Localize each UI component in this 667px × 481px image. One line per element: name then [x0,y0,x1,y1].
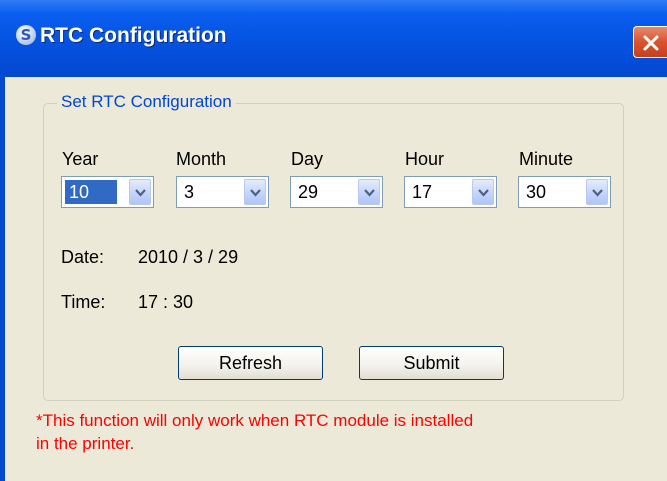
close-icon [643,35,659,51]
minute-select[interactable]: 30 [518,176,611,208]
day-select[interactable]: 29 [290,176,383,208]
day-dropdown-button[interactable] [358,179,380,205]
window-title: RTC Configuration [40,24,227,47]
day-label: Day [291,149,324,169]
month-dropdown-button[interactable] [244,179,266,205]
app-logo-icon: S [16,25,36,45]
note-line-2: in the printer. [36,434,135,453]
minute-label: Minute [519,149,574,169]
note-line-1: *This function will only work when RTC m… [36,411,474,430]
title-bar[interactable]: S RTC Configuration [0,0,667,77]
submit-button[interactable]: Submit [359,346,504,380]
hour-label: Hour [405,149,445,169]
time-value: 17 : 30 [138,292,194,312]
month-select[interactable]: 3 [176,176,269,208]
chevron-down-icon [592,189,603,197]
chevron-down-icon [135,189,146,197]
month-label: Month [176,149,227,169]
year-dropdown-button[interactable] [129,179,151,205]
month-value: 3 [184,182,195,202]
date-value: 2010 / 3 / 29 [138,247,239,267]
dialog-body: Set RTC Configuration Year Month Day Hou… [5,77,667,481]
chevron-down-icon [364,189,375,197]
year-select[interactable]: 10 [61,176,154,208]
group-legend: Set RTC Configuration [57,92,236,112]
minute-dropdown-button[interactable] [586,179,608,205]
minute-value: 30 [526,182,547,202]
chevron-down-icon [478,189,489,197]
time-label: Time: [61,292,106,312]
close-button[interactable] [633,26,667,58]
rtc-config-group [43,103,624,401]
hour-select[interactable]: 17 [404,176,497,208]
year-value: 10 [65,180,117,204]
date-label: Date: [61,247,105,267]
rtc-module-note: *This function will only work when RTC m… [36,409,596,455]
year-label: Year [62,149,99,169]
hour-dropdown-button[interactable] [472,179,494,205]
chevron-down-icon [250,189,261,197]
hour-value: 17 [412,182,433,202]
day-value: 29 [298,182,319,202]
refresh-button[interactable]: Refresh [178,346,323,380]
